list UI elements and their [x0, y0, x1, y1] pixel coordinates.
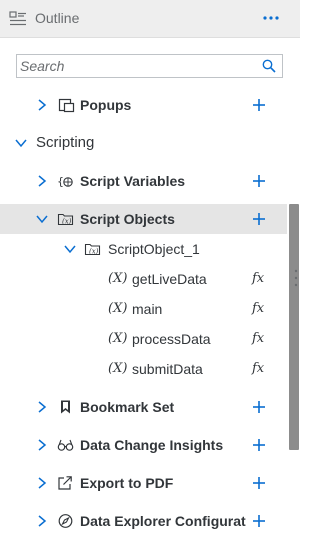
chevron-right-icon[interactable]	[35, 400, 49, 414]
chevron-right-icon[interactable]	[35, 438, 49, 452]
tree-item-script-object-1[interactable]: (x) ScriptObject_1	[0, 234, 287, 264]
tree-item-data-change-insights[interactable]: Data Change Insights	[0, 430, 287, 460]
chevron-right-icon[interactable]	[35, 476, 49, 490]
tree-item-label: Popups	[80, 97, 132, 113]
edit-script-icon[interactable]: fx	[252, 361, 264, 376]
add-icon[interactable]	[251, 513, 267, 529]
tree-item-label: Script Objects	[80, 211, 175, 227]
add-icon[interactable]	[251, 399, 267, 415]
add-icon[interactable]	[251, 437, 267, 453]
chevron-down-icon[interactable]	[35, 212, 49, 226]
tree-group-label: Scripting	[36, 134, 95, 151]
tree-item-script-variables[interactable]: { Script Variables	[0, 166, 287, 196]
tree-item-label: Bookmark Set	[80, 399, 175, 415]
tree-item-label: Data Explorer Configurat	[80, 513, 246, 529]
edit-script-icon[interactable]: fx	[252, 301, 264, 316]
tree-item-label: Script Variables	[80, 173, 186, 189]
tree-item-export-to-pdf[interactable]: Export to PDF	[0, 468, 287, 498]
function-icon: (X)	[108, 271, 128, 286]
add-icon[interactable]	[251, 97, 267, 113]
tree-item-label: getLiveData	[132, 271, 207, 287]
chevron-right-icon[interactable]	[35, 174, 49, 188]
search-icon[interactable]	[262, 59, 276, 73]
script-variable-icon: {	[57, 175, 73, 188]
tree-item-popups[interactable]: Popups	[0, 90, 287, 120]
svg-text:(x): (x)	[62, 218, 72, 226]
tree-item-label: ScriptObject_1	[108, 241, 200, 257]
more-options-icon[interactable]	[262, 12, 280, 24]
chevron-right-icon[interactable]	[35, 514, 49, 528]
edit-script-icon[interactable]: fx	[252, 331, 264, 346]
search-input[interactable]	[19, 56, 256, 76]
panel-title: Outline	[35, 10, 80, 26]
tree-item-function[interactable]: (X) processData fx	[0, 324, 287, 354]
svg-text:(x): (x)	[89, 248, 99, 256]
resize-handle-icon[interactable]	[294, 268, 298, 288]
tree-item-function[interactable]: (X) main fx	[0, 294, 287, 324]
add-icon[interactable]	[251, 211, 267, 227]
tree-item-data-explorer-configuration[interactable]: Data Explorer Configurat	[0, 506, 287, 536]
glasses-icon	[57, 439, 74, 451]
add-icon[interactable]	[251, 173, 267, 189]
tree-item-function[interactable]: (X) getLiveData fx	[0, 264, 287, 294]
popup-icon	[58, 98, 75, 113]
tree-item-label: main	[132, 301, 163, 317]
tree-item-bookmark-set[interactable]: Bookmark Set	[0, 392, 287, 422]
function-icon: (X)	[108, 301, 128, 316]
tree-group-scripting[interactable]: Scripting	[0, 128, 287, 158]
chevron-right-icon[interactable]	[35, 98, 49, 112]
add-icon[interactable]	[251, 475, 267, 491]
outline-icon	[9, 11, 26, 26]
compass-icon	[58, 514, 73, 528]
bookmark-icon	[61, 400, 70, 414]
tree-item-label: processData	[132, 331, 211, 347]
outline-header: Outline	[0, 0, 300, 38]
function-icon: (X)	[108, 331, 128, 346]
scrollbar-thumb[interactable]	[289, 204, 299, 450]
tree-item-label: submitData	[132, 361, 203, 377]
script-object-icon: (x)	[57, 213, 74, 226]
tree-item-label: Data Change Insights	[80, 437, 224, 453]
chevron-down-icon[interactable]	[63, 242, 77, 256]
export-icon	[58, 476, 72, 490]
svg-text:{: {	[57, 175, 64, 188]
tree-item-label: Export to PDF	[80, 475, 174, 491]
chevron-down-icon[interactable]	[14, 136, 28, 150]
search-field[interactable]	[16, 54, 283, 78]
tree-item-script-objects[interactable]: (x) Script Objects	[0, 204, 287, 234]
function-icon: (X)	[108, 361, 128, 376]
script-object-icon: (x)	[84, 243, 101, 256]
tree-item-function[interactable]: (X) submitData fx	[0, 354, 287, 384]
edit-script-icon[interactable]: fx	[252, 271, 264, 286]
